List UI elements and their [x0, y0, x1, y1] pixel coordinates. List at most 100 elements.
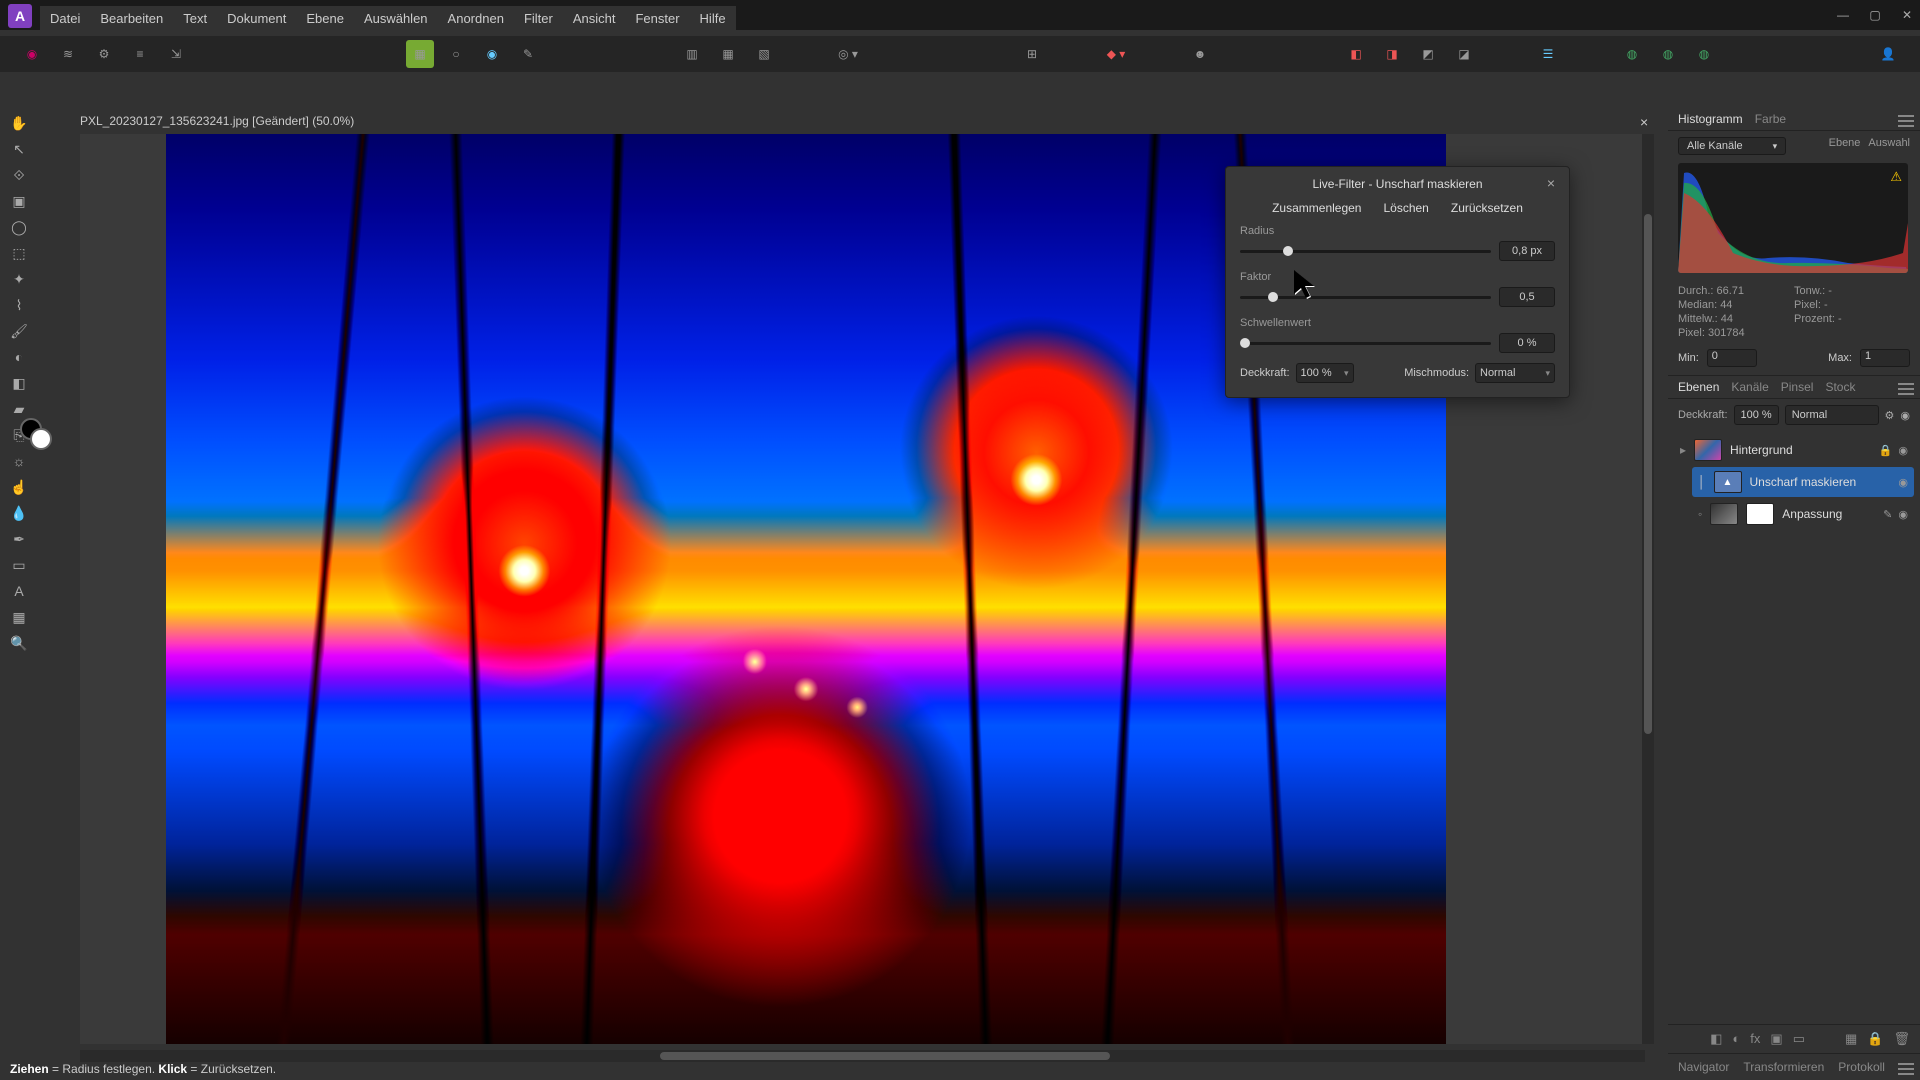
align-right-icon[interactable]: ▧: [750, 40, 778, 68]
marquee-tool-icon[interactable]: ⬚: [8, 242, 30, 264]
zoom-tool-icon[interactable]: 🔍: [8, 632, 30, 654]
opacity-select[interactable]: 100 %: [1296, 363, 1354, 383]
vertical-scrollbar[interactable]: [1642, 134, 1654, 1044]
lasso-tool-icon[interactable]: ⌇: [8, 294, 30, 316]
menu-help[interactable]: Hilfe: [700, 11, 726, 26]
edit-icon[interactable]: ✎: [1883, 508, 1892, 521]
target-icon[interactable]: ◎ ▾: [834, 40, 862, 68]
histo-layer-button[interactable]: Ebene: [1829, 137, 1861, 149]
texture-icon[interactable]: ▦: [406, 40, 434, 68]
blend-select[interactable]: Normal: [1475, 363, 1555, 383]
menu-arrange[interactable]: Anordnen: [448, 11, 504, 26]
reset-button[interactable]: Zurücksetzen: [1451, 201, 1523, 215]
swatch-icon[interactable]: ◆ ▾: [1102, 40, 1130, 68]
align-left-icon[interactable]: ▥: [678, 40, 706, 68]
color-wheel-icon[interactable]: ◉: [478, 40, 506, 68]
crop-tool-icon[interactable]: ▣: [8, 190, 30, 212]
smudge-tool-icon[interactable]: ☝: [8, 476, 30, 498]
circle-tool-icon[interactable]: ○: [442, 40, 470, 68]
panel-menu-icon[interactable]: [1898, 115, 1914, 127]
tab-color[interactable]: Farbe: [1755, 112, 1786, 126]
threshold-value[interactable]: 0 %: [1499, 333, 1555, 353]
layer-name[interactable]: Unscharf maskieren: [1750, 475, 1891, 489]
horizontal-scrollbar[interactable]: [80, 1050, 1645, 1062]
selection-brush-icon[interactable]: ◯: [8, 216, 30, 238]
nav-menu-icon[interactable]: [1898, 1063, 1914, 1075]
minimize-button[interactable]: —: [1836, 8, 1850, 22]
list-icon[interactable]: ☰: [1534, 40, 1562, 68]
document-close-icon[interactable]: ×: [1640, 114, 1648, 130]
tab-navigator[interactable]: Navigator: [1678, 1060, 1729, 1074]
arrange-c-icon[interactable]: ◩: [1414, 40, 1442, 68]
view-tool-icon[interactable]: ⟐: [8, 164, 30, 186]
channel-select[interactable]: Alle Kanäle: [1678, 137, 1786, 155]
dodge-tool-icon[interactable]: ☼: [8, 450, 30, 472]
layer-name[interactable]: Hintergrund: [1730, 443, 1871, 457]
lock-icon[interactable]: 🔒: [1879, 444, 1893, 457]
layer-dot-icon[interactable]: ◉: [1898, 444, 1908, 457]
persona-liquify-icon[interactable]: ≋: [54, 40, 82, 68]
threshold-slider[interactable]: [1240, 342, 1491, 345]
tab-stock[interactable]: Stock: [1825, 380, 1855, 394]
text-tool-icon[interactable]: A: [8, 580, 30, 602]
persona-develop-icon[interactable]: ⚙: [90, 40, 118, 68]
align-center-icon[interactable]: ▦: [714, 40, 742, 68]
pen-tool-icon[interactable]: ✒: [8, 528, 30, 550]
menu-layer[interactable]: Ebene: [306, 11, 344, 26]
visibility-toggle-icon[interactable]: ◦: [1698, 507, 1702, 521]
layer-name[interactable]: Anpassung: [1782, 507, 1875, 521]
lock-layer-icon[interactable]: 🔒: [1867, 1031, 1883, 1047]
fill-tool-icon[interactable]: ▰: [8, 398, 30, 420]
tab-histogram[interactable]: Histogramm: [1678, 112, 1743, 126]
delete-button[interactable]: Löschen: [1383, 201, 1428, 215]
globe-b-icon[interactable]: ◍: [1654, 40, 1682, 68]
menu-window[interactable]: Fenster: [635, 11, 679, 26]
picker-icon[interactable]: ✎: [514, 40, 542, 68]
maximize-button[interactable]: ▢: [1868, 8, 1882, 22]
group-layer-icon[interactable]: ▭: [1793, 1031, 1805, 1047]
account-icon[interactable]: 👤: [1874, 40, 1902, 68]
menu-view[interactable]: Ansicht: [573, 11, 616, 26]
menu-filter[interactable]: Filter: [524, 11, 553, 26]
layer-fx-icon[interactable]: ⚙: [1885, 409, 1895, 422]
flood-select-icon[interactable]: ✦: [8, 268, 30, 290]
menu-text[interactable]: Text: [183, 11, 207, 26]
persona-photo-icon[interactable]: ◉: [18, 40, 46, 68]
globe-a-icon[interactable]: ◍: [1618, 40, 1646, 68]
move-tool-icon[interactable]: ↖: [8, 138, 30, 160]
tab-history[interactable]: Protokoll: [1838, 1060, 1885, 1074]
arrange-b-icon[interactable]: ◨: [1378, 40, 1406, 68]
tab-brushes[interactable]: Pinsel: [1781, 380, 1814, 394]
globe-c-icon[interactable]: ◍: [1690, 40, 1718, 68]
arrange-a-icon[interactable]: ◧: [1342, 40, 1370, 68]
layer-blend-select[interactable]: Normal: [1785, 405, 1879, 425]
assistant-icon[interactable]: ☻: [1186, 40, 1214, 68]
layers-menu-icon[interactable]: [1898, 383, 1914, 395]
menu-document[interactable]: Dokument: [227, 11, 286, 26]
adjust-layer-icon[interactable]: ◐: [1732, 1031, 1740, 1047]
menu-edit[interactable]: Bearbeiten: [100, 11, 163, 26]
shape-tool-icon[interactable]: ▭: [8, 554, 30, 576]
document-tab[interactable]: PXL_20230127_135623241.jpg [Geändert] (5…: [80, 114, 354, 128]
hand-tool-icon[interactable]: ✋: [8, 112, 30, 134]
close-window-button[interactable]: ✕: [1900, 8, 1914, 22]
visibility-toggle-icon[interactable]: ▸: [1680, 443, 1686, 457]
persona-export-icon[interactable]: ⇲: [162, 40, 190, 68]
snap-icon[interactable]: ⊞: [1018, 40, 1046, 68]
fx-layer-icon[interactable]: fx: [1750, 1031, 1760, 1047]
radius-slider[interactable]: [1240, 250, 1491, 253]
layer-row-anpassung[interactable]: ◦ Anpassung ✎◉: [1692, 499, 1914, 529]
background-color[interactable]: [30, 428, 52, 450]
histo-selection-button[interactable]: Auswahl: [1868, 137, 1910, 149]
blur-tool-icon[interactable]: 💧: [8, 502, 30, 524]
layer-row-unscharf[interactable]: │ ▲ Unscharf maskieren ◉: [1692, 467, 1914, 497]
min-input[interactable]: 0: [1707, 349, 1757, 367]
merge-button[interactable]: Zusammenlegen: [1272, 201, 1361, 215]
factor-slider[interactable]: [1240, 296, 1491, 299]
delete-layer-icon[interactable]: 🗑: [1893, 1031, 1910, 1047]
tab-channels[interactable]: Kanäle: [1731, 380, 1768, 394]
persona-tone-icon[interactable]: ≡: [126, 40, 154, 68]
layer-opacity-select[interactable]: 100 %: [1734, 405, 1779, 425]
menu-select[interactable]: Auswählen: [364, 11, 428, 26]
mask-layer-icon[interactable]: ◧: [1710, 1031, 1722, 1047]
